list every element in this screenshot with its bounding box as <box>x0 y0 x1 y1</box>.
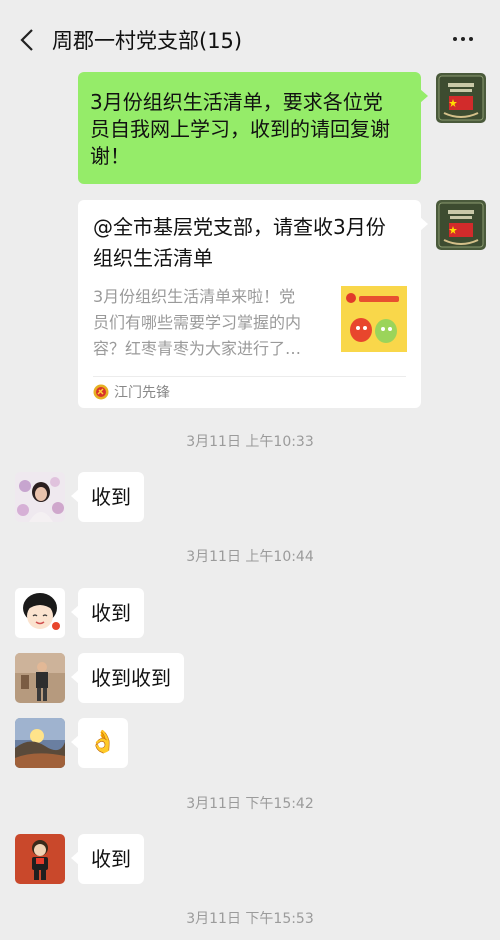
incoming-message-bubble[interactable]: 👌 <box>71 718 128 768</box>
more-options-button[interactable] <box>448 26 478 52</box>
ok-hand-emoji: 👌 <box>89 730 117 755</box>
chat-header: 周郡一村党支部(15) <box>0 10 500 70</box>
landscape-photo-avatar <box>15 718 65 768</box>
member-avatar[interactable] <box>15 588 65 638</box>
incoming-message-bubble[interactable]: 收到 <box>71 834 144 884</box>
chevron-left-icon <box>20 29 33 51</box>
more-dots-icon <box>453 37 457 41</box>
timestamp: 3月11日 上午10:33 <box>186 434 314 450</box>
article-summary: 3月份组织生活清单来啦！党 员们有哪些需要学习掌握的内 容？红枣青枣为大家进行了… <box>93 287 302 358</box>
outgoing-message-bubble[interactable]: 3月份组织生活清单，要求各位党 员自我网上学习，收到的请回复谢 谢！ <box>78 72 428 184</box>
article-thumbnail <box>341 286 407 352</box>
timestamp: 3月11日 下午15:42 <box>186 796 314 812</box>
article-title: @全市基层党支部，请查收3月份 组织生活清单 <box>93 215 386 270</box>
military-emblem-avatar <box>436 200 486 250</box>
military-emblem-avatar <box>436 73 486 123</box>
back-button[interactable] <box>12 22 42 58</box>
shared-article-card[interactable]: @全市基层党支部，请查收3月份 组织生活清单 3月份组织生活清单来啦！党 员们有… <box>78 200 428 408</box>
incoming-message-bubble[interactable]: 收到 <box>71 472 144 522</box>
article-source: 江门先锋 <box>114 385 170 401</box>
party-emblem-icon <box>93 384 109 400</box>
incoming-message-bubble[interactable]: 收到 <box>71 588 144 638</box>
member-avatar[interactable] <box>15 653 65 703</box>
man-photo-avatar <box>15 653 65 703</box>
member-avatar[interactable] <box>15 718 65 768</box>
my-avatar[interactable] <box>436 200 486 250</box>
my-avatar[interactable] <box>436 73 486 123</box>
timestamp: 3月11日 上午10:44 <box>186 549 314 565</box>
woman-photo-avatar <box>15 472 65 522</box>
cartoon-boy-avatar <box>15 588 65 638</box>
cartoon-figure-avatar <box>15 834 65 884</box>
member-avatar[interactable] <box>15 834 65 884</box>
incoming-message-bubble[interactable]: 收到收到 <box>71 653 184 703</box>
chat-title: 周郡一村党支部(15) <box>52 29 243 53</box>
member-avatar[interactable] <box>15 472 65 522</box>
timestamp: 3月11日 下午15:53 <box>186 911 314 927</box>
